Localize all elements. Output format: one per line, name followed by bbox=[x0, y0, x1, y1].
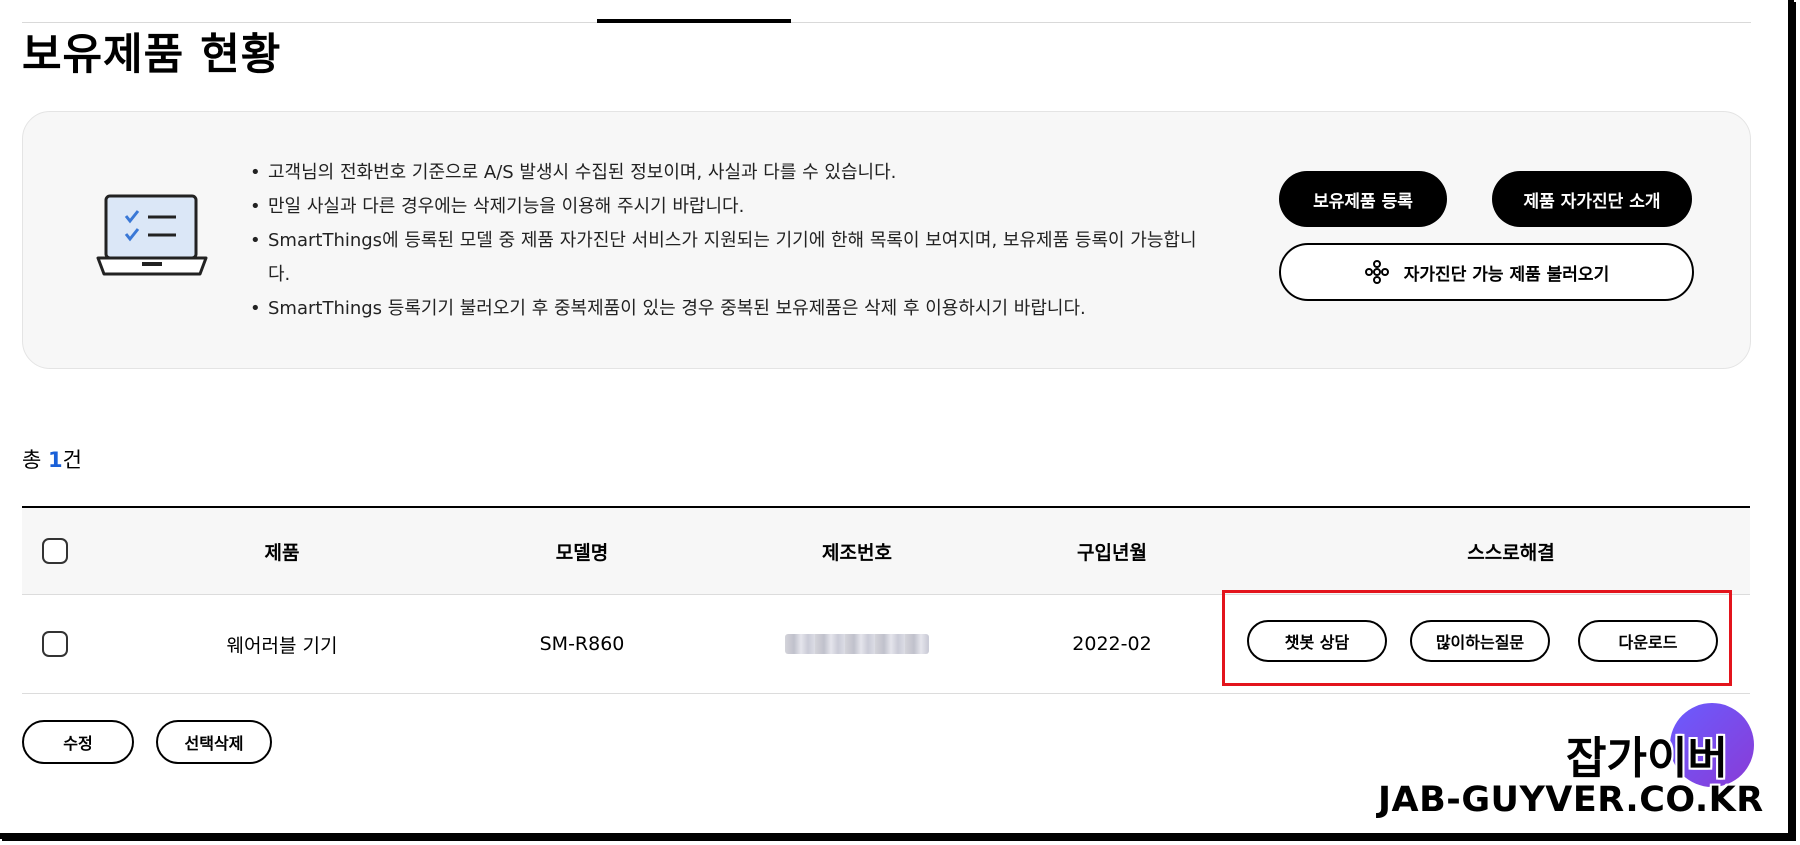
header-purchase-date: 구입년월 bbox=[1077, 541, 1147, 564]
smartthings-icon bbox=[1364, 260, 1389, 284]
delete-selected-button[interactable]: 선택삭제 bbox=[156, 720, 272, 764]
import-diagnosable-products-button[interactable]: 자가진단 가능 제품 불러오기 bbox=[1279, 243, 1694, 301]
register-product-button[interactable]: 보유제품 등록 bbox=[1279, 171, 1447, 227]
notice-item: 고객님의 전화번호 기준으로 A/S 발생시 수집된 정보이며, 사실과 다를 … bbox=[250, 156, 1210, 190]
row-checkbox[interactable] bbox=[42, 631, 68, 657]
header-self-help: 스스로해결 bbox=[1467, 541, 1555, 564]
top-divider bbox=[22, 22, 1751, 23]
table-header: 제품 모델명 제조번호 구입년월 스스로해결 bbox=[22, 506, 1750, 595]
notice-item: SmartThings에 등록된 모델 중 제품 자가진단 서비스가 지원되는 … bbox=[250, 224, 1210, 292]
watermark-title: 잡가이버 bbox=[1566, 733, 1728, 784]
header-product: 제품 bbox=[264, 541, 300, 564]
edit-button[interactable]: 수정 bbox=[22, 720, 134, 764]
notice-item: 만일 사실과 다른 경우에는 삭제기능을 이용해 주시기 바랍니다. bbox=[250, 190, 1210, 224]
row-model: SM-R860 bbox=[539, 633, 625, 655]
faq-button[interactable]: 많이하는질문 bbox=[1410, 620, 1550, 662]
active-tab-indicator bbox=[597, 19, 791, 23]
header-model: 모델명 bbox=[555, 541, 609, 564]
serial-blurred bbox=[785, 634, 929, 654]
total-count: 총 1건 bbox=[22, 448, 82, 472]
notice-list: 고객님의 전화번호 기준으로 A/S 발생시 수집된 정보이며, 사실과 다를 … bbox=[250, 156, 1210, 326]
watermark-url: JAB-GUYVER.CO.KR bbox=[1378, 780, 1764, 820]
download-button[interactable]: 다운로드 bbox=[1578, 620, 1718, 662]
laptop-checklist-icon bbox=[96, 194, 208, 276]
count-value: 1 bbox=[48, 448, 63, 472]
notice-item: SmartThings 등록기기 불러오기 후 중복제품이 있는 경우 중복된 … bbox=[250, 292, 1210, 326]
row-product: 웨어러블 기기 bbox=[226, 634, 338, 657]
page-title: 보유제품 현황 bbox=[22, 30, 282, 80]
self-diagnosis-intro-button[interactable]: 제품 자가진단 소개 bbox=[1492, 171, 1692, 227]
select-all-checkbox[interactable] bbox=[42, 538, 68, 564]
chatbot-button[interactable]: 챗봇 상담 bbox=[1247, 620, 1387, 662]
import-button-label: 자가진단 가능 제품 불러오기 bbox=[1403, 264, 1610, 285]
